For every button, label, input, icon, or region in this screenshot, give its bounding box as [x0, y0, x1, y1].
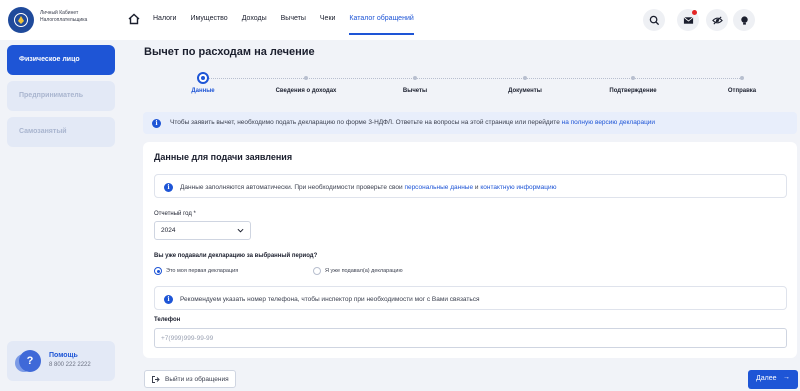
main-nav: Налоги Имущество Доходы Вычеты Чеки Ката… — [153, 15, 428, 35]
nav-requests-catalog[interactable]: Каталог обращений — [349, 15, 415, 35]
full-declaration-link[interactable]: на полную версию декларации — [562, 119, 655, 126]
nav-receipts[interactable]: Чеки — [320, 15, 336, 35]
phone-label: Телефон — [154, 317, 181, 323]
search-button[interactable] — [643, 9, 665, 31]
mail-icon — [683, 16, 693, 24]
step-confirmation: Подтверждение — [583, 68, 683, 94]
help-icon: ? — [19, 350, 41, 372]
exit-icon — [152, 376, 160, 383]
option-already-filed[interactable]: Я уже подавал(а) декларацию — [313, 267, 403, 275]
previous-declaration-question: Вы уже подавали декларацию за выбранный … — [154, 253, 318, 259]
step-label: Сведения о доходах — [275, 88, 337, 94]
fns-logo[interactable] — [8, 7, 34, 33]
eye-off-icon — [711, 15, 723, 25]
info-icon: i — [164, 183, 173, 192]
note-text: Данные заполняются автоматически. При не… — [180, 184, 405, 191]
note-text: Рекомендуем указать номер телефона, чтоб… — [180, 296, 480, 303]
step-sending: Отправка — [692, 68, 792, 94]
info-icon: i — [164, 295, 173, 304]
step-indicator — [631, 76, 635, 80]
step-indicator — [740, 76, 744, 80]
lightbulb-icon — [740, 15, 748, 25]
year-label: Отчетный год * — [154, 211, 196, 217]
option-first-declaration[interactable]: Это моя первая декларация — [154, 267, 238, 275]
nav-income[interactable]: Доходы — [242, 15, 267, 35]
tips-button[interactable] — [733, 9, 755, 31]
exit-label: Выйти из обращения — [165, 376, 229, 383]
step-label: Отправка — [727, 88, 757, 94]
declaration-info-banner: i Чтобы заявить вычет, необходимо подать… — [143, 112, 797, 134]
chevron-down-icon — [237, 228, 244, 233]
nav-deductions[interactable]: Вычеты — [281, 15, 306, 35]
search-icon — [649, 15, 659, 25]
nav-property[interactable]: Имущество — [190, 15, 227, 35]
step-label: Подтверждение — [609, 88, 657, 94]
step-indicator — [304, 76, 308, 80]
radio-unselected[interactable] — [313, 267, 321, 275]
phone-recommendation-note: i Рекомендуем указать номер телефона, чт… — [154, 286, 787, 310]
year-value: 2024 — [161, 227, 176, 234]
step-indicator — [523, 76, 527, 80]
step-indicator — [413, 76, 417, 80]
page-title: Вычет по расходам на лечение — [144, 46, 315, 58]
info-icon: i — [152, 119, 161, 128]
contact-info-link[interactable]: контактную информацию — [480, 184, 556, 191]
phone-input[interactable]: +7(999)999-99-99 — [154, 328, 787, 348]
step-label: Данные — [191, 88, 215, 94]
step-indicator — [197, 72, 209, 84]
messages-button[interactable] — [677, 9, 699, 31]
next-button[interactable]: Далее → — [748, 370, 798, 389]
sidebar-item-entrepreneur[interactable]: Предприниматель — [7, 81, 115, 111]
notification-dot — [692, 10, 697, 15]
exit-request-button[interactable]: Выйти из обращения — [144, 370, 236, 388]
arrow-right-icon: → — [783, 374, 790, 381]
top-header: Личный Кабинет Налогоплательщика Налоги … — [0, 0, 800, 40]
help-phone: 8 800 222 2222 — [49, 362, 91, 368]
step-deductions: Вычеты — [365, 68, 465, 94]
personal-data-link[interactable]: персональные данные — [404, 184, 473, 191]
help-panel[interactable]: ? Помощь 8 800 222 2222 — [7, 341, 115, 381]
step-label: Вычеты — [402, 88, 428, 94]
progress-stepper: Данные Сведения о доходах Вычеты Докумен… — [144, 68, 800, 98]
autofill-note: i Данные заполняются автоматически. При … — [154, 174, 787, 198]
card-title: Данные для подачи заявления — [154, 152, 293, 162]
help-title[interactable]: Помощь — [49, 352, 78, 359]
step-documents: Документы — [475, 68, 575, 94]
home-icon[interactable] — [128, 13, 140, 25]
step-label: Документы — [508, 88, 542, 94]
step-data[interactable]: Данные — [153, 68, 253, 94]
next-label: Далее — [756, 375, 777, 382]
step-income: Сведения о доходах — [256, 68, 356, 94]
banner-text: Чтобы заявить вычет, необходимо подать д… — [170, 119, 562, 126]
sidebar-item-individual[interactable]: Физическое лицо — [7, 45, 115, 75]
logo-text: Личный Кабинет Налогоплательщика — [40, 10, 88, 23]
sidebar-item-self-employed[interactable]: Самозанятый — [7, 117, 115, 147]
option-label: Я уже подавал(а) декларацию — [325, 268, 403, 274]
year-select[interactable]: 2024 — [154, 221, 251, 240]
application-data-card: Данные для подачи заявления i Данные зап… — [143, 142, 797, 358]
option-label: Это моя первая декларация — [166, 268, 239, 274]
nav-taxes[interactable]: Налоги — [153, 15, 176, 35]
radio-selected[interactable] — [154, 267, 162, 275]
visually-impaired-button[interactable] — [706, 9, 728, 31]
